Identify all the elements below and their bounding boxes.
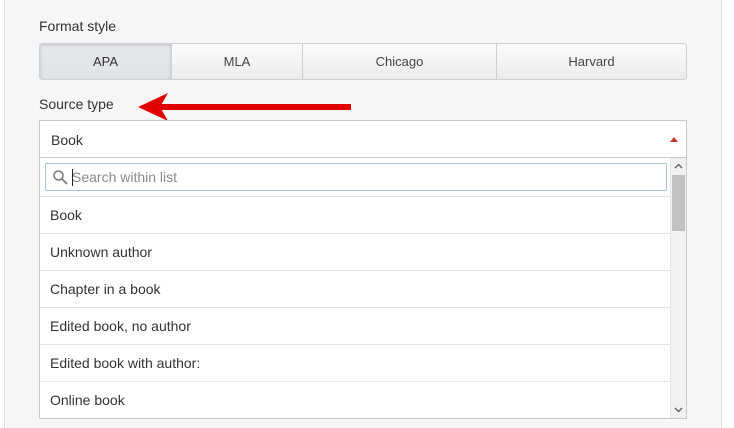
text-cursor: [72, 169, 73, 186]
source-type-dropdown: Book Unknown author Chapter in a book Ed…: [39, 157, 687, 419]
scroll-down-icon[interactable]: [671, 402, 686, 418]
list-item[interactable]: Chapter in a book: [40, 270, 671, 307]
source-type-label: Source type: [39, 96, 114, 112]
format-option-chicago[interactable]: Chicago: [302, 44, 496, 79]
format-style-label: Format style: [39, 18, 117, 34]
search-input[interactable]: [72, 167, 652, 187]
caret-up-icon[interactable]: [670, 137, 678, 142]
left-arrow-icon: [138, 93, 351, 121]
search-icon: [53, 170, 68, 185]
list-item[interactable]: Online book: [40, 381, 671, 418]
scroll-thumb[interactable]: [672, 175, 685, 231]
list-item[interactable]: Edited book, no author: [40, 307, 671, 344]
format-option-harvard[interactable]: Harvard: [496, 44, 686, 79]
citation-form-screen: Format style APA MLA Chicago Harvard Sou…: [0, 0, 734, 428]
format-option-mla[interactable]: MLA: [171, 44, 302, 79]
format-style-selector: APA MLA Chicago Harvard: [39, 43, 687, 80]
search-box[interactable]: [45, 163, 667, 191]
source-type-value: Book: [51, 132, 83, 148]
scroll-up-icon[interactable]: [671, 158, 686, 174]
source-type-select[interactable]: Book: [39, 120, 687, 158]
list-item[interactable]: Unknown author: [40, 233, 671, 270]
format-option-apa[interactable]: APA: [40, 44, 171, 79]
dropdown-scrollbar[interactable]: [670, 158, 686, 418]
list-item[interactable]: Edited book with author:: [40, 344, 671, 381]
source-type-options: Book Unknown author Chapter in a book Ed…: [40, 196, 671, 418]
list-item[interactable]: Book: [40, 196, 671, 233]
